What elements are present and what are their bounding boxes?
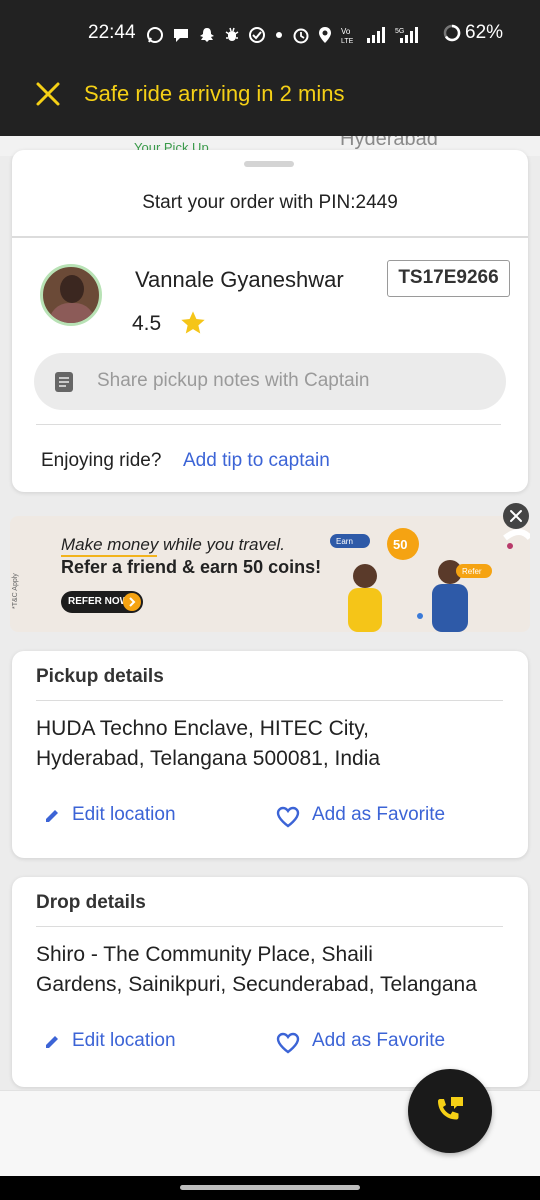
battery-icon (443, 24, 461, 42)
chat-icon (174, 29, 188, 42)
drop-details-card: Drop details Shiro - The Community Place… (12, 877, 528, 1087)
check-icon (249, 27, 265, 43)
phone-chat-icon (438, 1097, 463, 1120)
heart-icon[interactable] (275, 1031, 301, 1055)
pencil-icon[interactable] (44, 808, 60, 824)
svg-text:Vo: Vo (341, 27, 351, 36)
refer-now-button[interactable]: REFER NOW (61, 591, 143, 613)
pickup-details-card: Pickup details HUDA Techno Enclave, HITE… (12, 651, 528, 858)
status-icons: Vo LTE 5G (146, 24, 420, 46)
divider (12, 236, 528, 238)
status-bar: 22:44 Vo LTE 5G 62% (0, 0, 540, 70)
pickup-details-title: Pickup details (36, 666, 164, 687)
driver-avatar (40, 264, 102, 326)
5g-signal-icon: 5G (395, 27, 418, 43)
pencil-icon[interactable] (44, 1034, 60, 1050)
star-icon (181, 311, 205, 334)
referral-promo-banner[interactable]: Make money while you travel. Refer a fri… (10, 516, 530, 632)
location-icon (319, 27, 331, 43)
svg-text:LTE: LTE (341, 38, 354, 44)
divider (36, 424, 501, 425)
volte-icon: Vo LTE (341, 27, 354, 44)
arrow-right-icon (123, 593, 141, 611)
home-gesture-handle[interactable] (180, 1185, 360, 1190)
add-drop-favorite-link[interactable]: Add as Favorite (312, 1030, 445, 1052)
map-city-label: Hyderabad (340, 136, 438, 150)
refer-tag: Refer (462, 567, 482, 576)
note-icon (55, 372, 73, 392)
driver-card: Start your order with PIN:2449 Vannale G… (12, 150, 528, 492)
arrival-banner-text: Safe ride arriving in 2 mins (84, 81, 345, 106)
drop-details-title: Drop details (36, 892, 146, 913)
referral-illustration: Earn 50 Refer (330, 528, 530, 632)
divider (36, 926, 503, 927)
terms-label: *T&C Apply (12, 573, 19, 609)
status-time: 22:44 (88, 22, 136, 43)
add-pickup-favorite-link[interactable]: Add as Favorite (312, 804, 445, 826)
promo-headline: Make money while you travel. (61, 535, 285, 554)
vehicle-plate: TS17E9266 (387, 260, 510, 297)
divider (36, 700, 503, 701)
driver-rating: 4.5 (132, 312, 162, 335)
drop-address: Shiro - The Community Place, Shaili Gard… (36, 943, 477, 996)
drag-handle[interactable] (244, 161, 294, 167)
dot-icon (276, 32, 282, 38)
driver-name: Vannale Gyaneshwar (135, 267, 344, 292)
bug-icon (225, 27, 239, 41)
add-tip-link[interactable]: Add tip to captain (183, 450, 330, 472)
alarm-icon (293, 28, 309, 44)
svg-text:5G: 5G (395, 28, 404, 35)
pickup-address: HUDA Techno Enclave, HITEC City, Hyderab… (36, 717, 381, 770)
heart-icon[interactable] (275, 805, 301, 829)
battery-indicator: 62% (443, 22, 503, 44)
order-pin-text: Start your order with PIN:2449 (142, 192, 398, 213)
edit-drop-location-link[interactable]: Edit location (72, 1030, 176, 1052)
close-promo-button[interactable] (503, 503, 529, 529)
battery-percent: 62% (465, 22, 504, 43)
close-icon (510, 510, 522, 522)
snapchat-icon (200, 28, 214, 42)
close-icon[interactable] (34, 80, 62, 108)
whatsapp-icon (147, 27, 163, 43)
earn-tag: Earn (336, 537, 353, 546)
enjoying-ride-label: Enjoying ride? (41, 450, 162, 471)
refer-now-label: REFER NOW (68, 596, 130, 607)
pickup-notes-input[interactable]: Share pickup notes with Captain (34, 353, 506, 410)
call-captain-button[interactable] (408, 1069, 492, 1153)
coins-badge: 50 (393, 537, 407, 552)
promo-subheadline: Refer a friend & earn 50 coins! (61, 557, 322, 577)
top-bar: 22:44 Vo LTE 5G 62% Safe ride arriving in… (0, 0, 540, 136)
notes-placeholder: Share pickup notes with Captain (97, 370, 370, 391)
signal-icon (367, 27, 385, 43)
edit-pickup-location-link[interactable]: Edit location (72, 804, 176, 826)
